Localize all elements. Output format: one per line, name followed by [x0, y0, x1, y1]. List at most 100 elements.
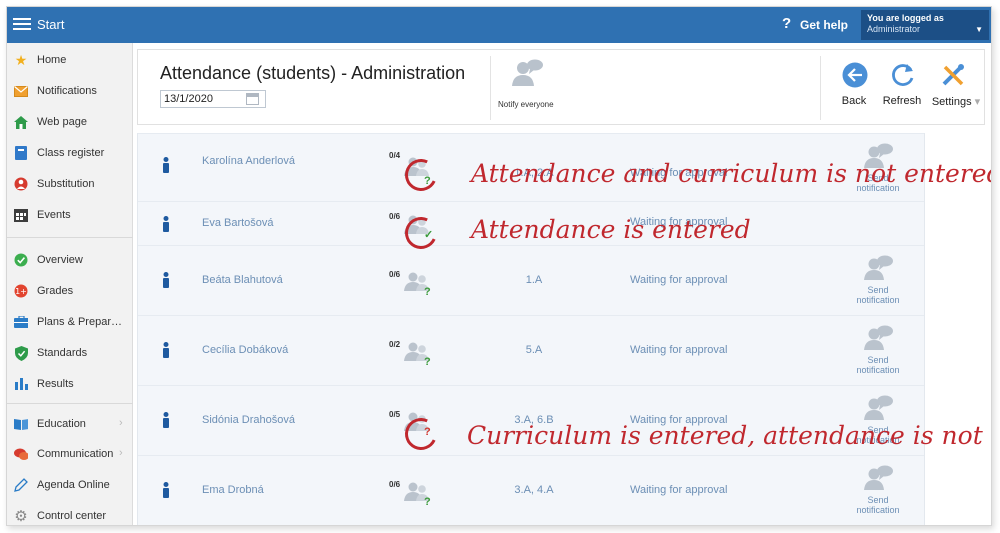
person-icon	[163, 482, 169, 498]
briefcase-icon	[14, 315, 28, 329]
lesson-count: 0/6	[389, 480, 401, 489]
sidebar-item-class-register[interactable]: Class register	[7, 138, 133, 168]
refresh-label: Refresh	[882, 95, 922, 107]
person-icon	[163, 216, 169, 232]
person-icon	[163, 272, 169, 288]
send-notification-button[interactable]: Send notification	[848, 324, 908, 375]
toolbar-divider	[820, 56, 821, 120]
house-icon	[14, 115, 28, 129]
table-row[interactable]: Beáta Blahutová 0/6 ? 1.A Waiting for ap…	[138, 245, 924, 315]
lesson-count: 0/6	[389, 270, 401, 279]
sidebar-item-label: Class register	[37, 147, 105, 159]
sidebar-item-label: Notifications	[37, 85, 97, 97]
notification-person-icon	[864, 395, 893, 420]
shield-check-icon	[14, 345, 28, 361]
refresh-button[interactable]: Refresh	[878, 60, 926, 110]
get-help-link[interactable]: Get help	[800, 18, 848, 32]
annotation-attendance-entered: Attendance is entered	[471, 215, 751, 244]
sidebar-item-grades[interactable]: 1+ Grades	[7, 276, 133, 306]
star-icon: ★	[14, 51, 28, 68]
envelope-icon	[14, 84, 28, 98]
settings-label: Settings ▾	[931, 96, 981, 108]
person-swap-icon	[14, 177, 28, 191]
hamburger-menu-icon[interactable]	[13, 15, 31, 33]
lesson-count: 0/2	[389, 340, 401, 349]
lesson-count: 0/4	[389, 151, 401, 160]
student-name[interactable]: Sidónia Drahošová	[202, 414, 295, 426]
class-list: 1.A	[525, 274, 543, 286]
chevron-down-icon: ▼	[975, 25, 983, 34]
pencil-icon	[14, 478, 28, 492]
back-arrow-icon	[842, 62, 868, 88]
sidebar-item-label: Agenda Online	[37, 479, 110, 491]
open-book-icon	[14, 417, 28, 431]
notify-everyone-icon[interactable]	[510, 58, 544, 91]
notification-person-icon	[864, 325, 893, 350]
sidebar-item-label: Communication	[37, 448, 114, 460]
chevron-right-icon: ›	[119, 447, 123, 459]
back-button[interactable]: Back	[830, 60, 878, 110]
sidebar-item-label: Grades	[37, 285, 74, 297]
table-row[interactable]: Ema Drobná 0/6 ? 3.A, 4.A Waiting for ap…	[138, 455, 924, 525]
student-name[interactable]: Cecília Dobáková	[202, 344, 288, 356]
send-notification-button[interactable]: Send notification	[848, 254, 908, 305]
back-label: Back	[841, 95, 867, 107]
sidebar-item-label: Control center	[37, 510, 107, 522]
chevron-down-icon: ▾	[974, 96, 981, 108]
toolbar-divider	[490, 56, 491, 120]
user-menu[interactable]: You are logged as Administrator ▼	[861, 10, 989, 40]
send-notification-button[interactable]: Send notification	[848, 464, 908, 515]
sidebar-item-label: Overview	[37, 254, 83, 266]
status-mark: ?	[424, 356, 431, 368]
sidebar-item-education[interactable]: Education ›	[7, 409, 133, 439]
notification-label: notification	[856, 365, 900, 375]
help-question-icon[interactable]: ?	[782, 15, 791, 32]
start-link[interactable]: Start	[37, 17, 64, 32]
table-row[interactable]: Cecília Dobáková 0/2 ? 5.A Waiting for a…	[138, 315, 924, 385]
sidebar-item-events[interactable]: Events	[7, 200, 133, 230]
check-circle-icon	[14, 253, 28, 267]
calendar-icon	[14, 208, 28, 222]
student-name[interactable]: Eva Bartošová	[202, 217, 274, 229]
calendar-picker-icon[interactable]	[246, 93, 259, 105]
sidebar-item-notifications[interactable]: Notifications	[7, 76, 133, 106]
class-list: 3.A, 4.A	[514, 484, 554, 496]
sidebar-item-agenda-online[interactable]: Agenda Online	[7, 470, 133, 500]
student-name[interactable]: Ema Drobná	[202, 484, 264, 496]
sidebar-item-label: Standards	[37, 347, 88, 359]
page-header: Attendance (students) - Administration N…	[137, 49, 985, 125]
student-name[interactable]: Beáta Blahutová	[202, 274, 283, 286]
sidebar-item-web-page[interactable]: Web page	[7, 107, 133, 137]
notify-everyone-label[interactable]: Notify everyone	[498, 100, 554, 109]
sidebar-item-substitution[interactable]: Substitution	[7, 169, 133, 199]
sidebar-divider	[7, 237, 133, 238]
lesson-count: 0/6	[389, 212, 401, 221]
lesson-count: 0/5	[389, 410, 401, 419]
approval-status: Waiting for approval	[630, 274, 728, 286]
page-title: Attendance (students) - Administration	[160, 63, 466, 83]
settings-tools-icon	[942, 64, 964, 86]
approval-status: Waiting for approval	[630, 344, 728, 356]
chat-icon	[14, 447, 28, 461]
sidebar-item-home[interactable]: ★ Home	[7, 45, 133, 75]
grades-icon: 1+	[14, 284, 28, 298]
sidebar: ★ Home Notifications Web page Class regi…	[7, 43, 133, 525]
status-mark: ?	[424, 496, 431, 508]
bar-chart-icon	[14, 377, 28, 391]
sidebar-item-standards[interactable]: Standards	[7, 338, 133, 368]
annotation-curriculum-entered: Curriculum is entered, attendance is not	[467, 421, 983, 450]
user-role: Administrator	[867, 24, 921, 34]
chevron-right-icon: ›	[119, 417, 123, 429]
notification-person-icon	[864, 255, 893, 280]
sidebar-item-control-center[interactable]: ⚙ Control center	[7, 501, 133, 525]
sidebar-item-plans[interactable]: Plans & Prepar…	[7, 307, 133, 337]
settings-button[interactable]: Settings ▾	[928, 60, 984, 110]
approval-status: Waiting for approval	[630, 484, 728, 496]
book-icon	[14, 146, 28, 160]
sidebar-item-results[interactable]: Results	[7, 369, 133, 399]
send-label: Send	[867, 285, 889, 295]
send-label: Send	[867, 355, 889, 365]
sidebar-item-communication[interactable]: Communication ›	[7, 439, 133, 469]
student-name[interactable]: Karolína Anderlová	[202, 155, 295, 167]
sidebar-item-overview[interactable]: Overview	[7, 245, 133, 275]
